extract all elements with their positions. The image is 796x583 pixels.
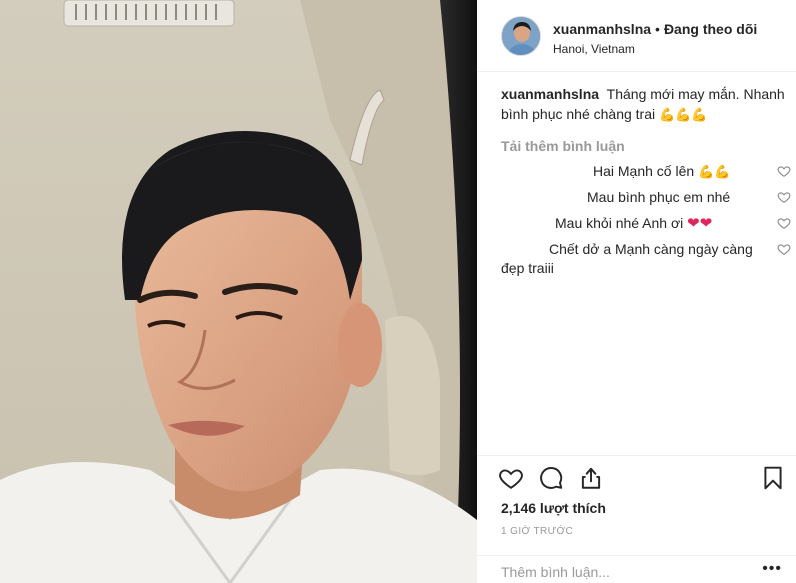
post-side-panel: xuanmanhslna • Đang theo dõi Hanoi, Vietna… [477, 0, 796, 583]
load-more-comments-button[interactable]: Tải thêm bình luận [501, 137, 791, 155]
flexed-biceps-icon: 💪💪💪 [659, 107, 708, 122]
post-header: xuanmanhslna • Đang theo dõi Hanoi, Vietna… [477, 0, 796, 72]
location-link[interactable]: Hanoi, Vietnam [553, 41, 788, 57]
username-link[interactable]: xuanmanhslna [553, 21, 651, 37]
comment-text: Mau bình phục em nhé [587, 189, 731, 205]
comment-icon [540, 467, 563, 489]
flexed-biceps-icon: 💪💪 [698, 164, 731, 179]
comment-item: Hai Mạnh cố lên 💪💪 [501, 162, 791, 181]
share-button[interactable] [577, 464, 605, 492]
comment-like-heart-icon[interactable] [777, 242, 791, 256]
separator-dot: • [655, 21, 660, 37]
post-timestamp[interactable]: 1 GIỜ TRƯỚC [501, 526, 573, 537]
comment-text: Hai Mạnh cố lên [593, 163, 695, 179]
action-icons-bar [497, 464, 787, 492]
post-actions: 2,146 lượt thích 1 GIỜ TRƯỚC ••• [477, 455, 796, 583]
comment-like-heart-icon[interactable] [777, 164, 791, 178]
red-heart-icon: ❤❤ [687, 215, 713, 232]
avatar-image [502, 17, 540, 55]
comment-like-heart-icon[interactable] [777, 216, 791, 230]
comment-text: Chết dở a Mạnh càng ngày càng [549, 241, 753, 257]
likes-count[interactable]: 2,146 lượt thích [501, 500, 606, 516]
like-button[interactable] [497, 464, 525, 492]
post-photo[interactable] [0, 0, 477, 583]
save-button[interactable] [759, 464, 787, 492]
bookmark-icon [764, 466, 782, 490]
comment-input[interactable] [501, 564, 741, 580]
more-options-icon[interactable]: ••• [762, 560, 782, 578]
comment-text-continued: đẹp traiii [501, 260, 554, 276]
add-comment-bar: ••• [477, 555, 796, 583]
comment-like-heart-icon[interactable] [777, 190, 791, 204]
comment-button[interactable] [537, 464, 565, 492]
comment-item: Chết dở a Mạnh càng ngày càng đẹp traiii [501, 240, 791, 278]
follow-button[interactable]: Đang theo dõi [664, 21, 757, 37]
caption: xuanmanhslna Tháng mới may mắn. Nhanh bì… [501, 84, 791, 124]
share-icon [581, 467, 601, 489]
caption-username[interactable]: xuanmanhslna [501, 86, 599, 102]
comment-text: Mau khỏi nhé Anh ơi [555, 215, 684, 231]
comment-item: Mau bình phục em nhé [501, 188, 791, 207]
selfie-image [0, 0, 477, 583]
comment-item: Mau khỏi nhé Anh ơi ❤❤ [501, 214, 791, 233]
heart-icon [499, 469, 523, 489]
comments-section: xuanmanhslna Tháng mới may mắn. Nhanh bì… [501, 84, 791, 278]
avatar[interactable] [501, 16, 541, 56]
